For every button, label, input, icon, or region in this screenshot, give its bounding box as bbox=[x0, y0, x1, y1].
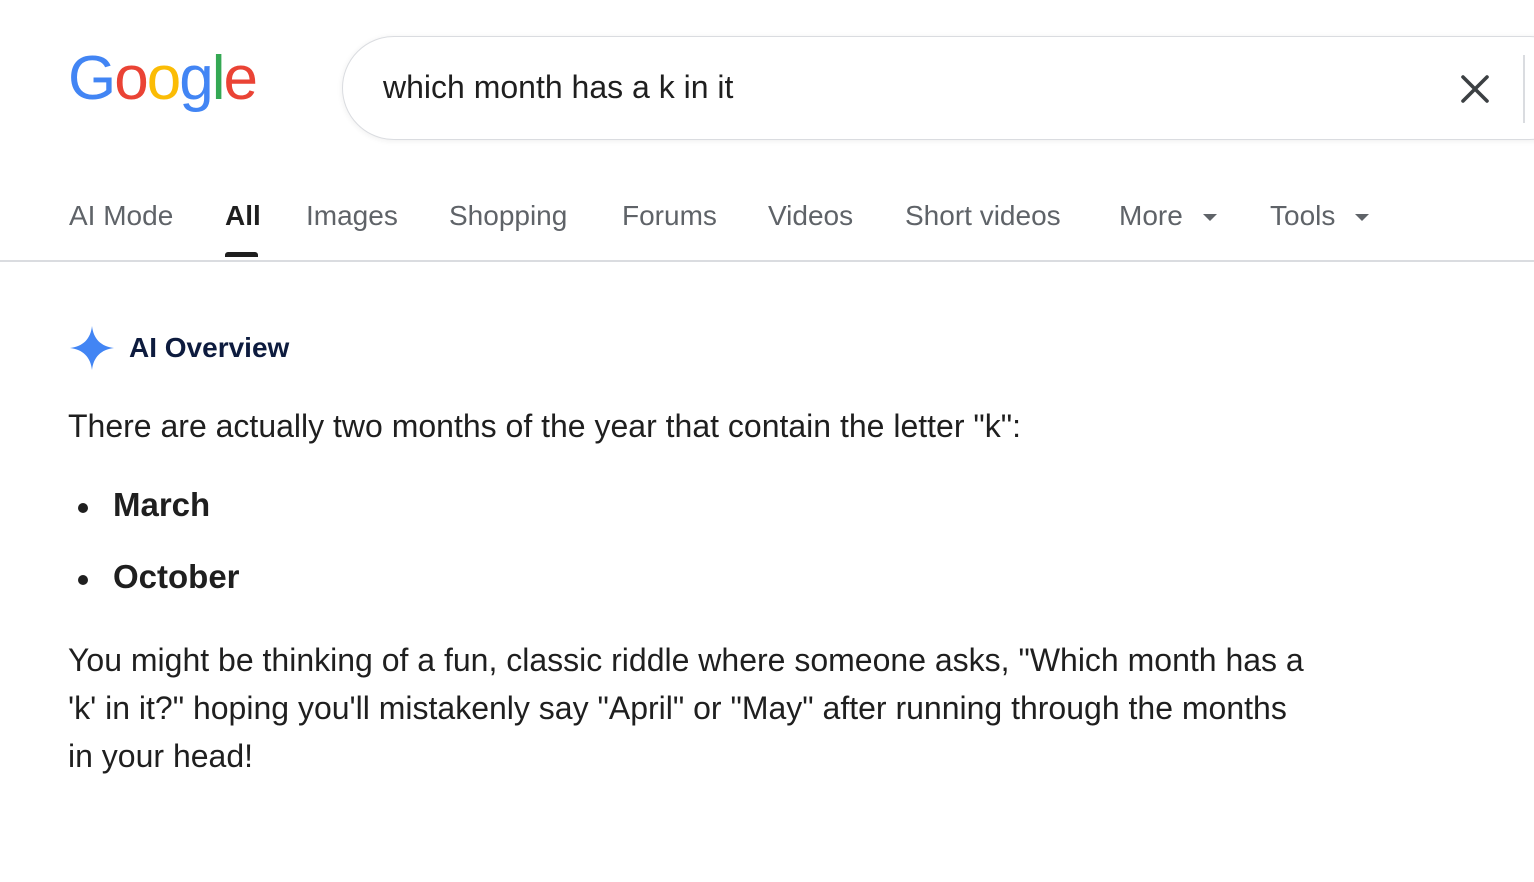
ai-overview-paragraph: You might be thinking of a fun, classic … bbox=[68, 636, 1368, 780]
logo-letter: o bbox=[114, 44, 149, 113]
tab-label: Shopping bbox=[449, 200, 568, 231]
paragraph-line: 'k' in it?" hoping you'll mistakenly say… bbox=[68, 690, 1287, 726]
tab-label: Short videos bbox=[905, 200, 1061, 231]
list-item-text: March bbox=[113, 486, 211, 523]
ai-overview-list: March October bbox=[68, 486, 240, 630]
logo-letter: l bbox=[211, 44, 226, 113]
paragraph-line: in your head! bbox=[68, 738, 254, 774]
search-divider bbox=[1523, 55, 1525, 123]
tab-label: Tools bbox=[1270, 200, 1336, 231]
logo-letter: g bbox=[179, 44, 214, 113]
tab-forums[interactable]: Forums bbox=[622, 200, 717, 232]
search-results-page: Google which month has a k in it AI Mode… bbox=[0, 0, 1534, 882]
tab-label: AI Mode bbox=[69, 200, 174, 231]
search-tabs: AI Mode All Images Shopping Forums Video… bbox=[0, 196, 1534, 262]
clear-search-button[interactable] bbox=[1455, 69, 1495, 109]
tab-short-videos[interactable]: Short videos bbox=[905, 200, 1061, 232]
logo-letter: G bbox=[68, 44, 116, 113]
sparkle-icon bbox=[70, 326, 114, 370]
active-tab-indicator bbox=[225, 252, 258, 257]
tab-shopping[interactable]: Shopping bbox=[449, 200, 567, 232]
logo-letter: e bbox=[223, 44, 258, 113]
tab-label: Images bbox=[306, 200, 398, 231]
caret-down-icon bbox=[1202, 213, 1217, 221]
list-item: October bbox=[68, 558, 240, 630]
tabs-divider bbox=[0, 260, 1534, 262]
search-box[interactable]: which month has a k in it bbox=[342, 36, 1534, 140]
ai-overview-intro: There are actually two months of the yea… bbox=[68, 408, 1021, 444]
tab-videos[interactable]: Videos bbox=[768, 200, 853, 232]
bullet-dot bbox=[78, 503, 88, 513]
tab-ai-mode[interactable]: AI Mode bbox=[69, 200, 173, 232]
ai-overview-title: AI Overview bbox=[129, 332, 290, 363]
tab-all[interactable]: All bbox=[225, 200, 261, 232]
close-icon bbox=[1461, 75, 1489, 103]
bullet-dot bbox=[78, 575, 88, 585]
paragraph-line: You might be thinking of a fun, classic … bbox=[68, 642, 1304, 678]
tab-tools[interactable]: Tools bbox=[1270, 200, 1370, 232]
list-item-text: October bbox=[113, 558, 240, 595]
tab-label: Forums bbox=[622, 200, 717, 231]
tab-more[interactable]: More bbox=[1119, 200, 1217, 232]
google-logo[interactable]: Google bbox=[68, 44, 258, 113]
tab-label: Videos bbox=[768, 200, 854, 231]
list-item: March bbox=[68, 486, 240, 558]
tab-label: All bbox=[225, 200, 261, 231]
tab-images[interactable]: Images bbox=[306, 200, 398, 232]
caret-down-icon bbox=[1355, 213, 1370, 221]
search-input[interactable]: which month has a k in it bbox=[383, 69, 733, 106]
tab-label: More bbox=[1119, 200, 1183, 231]
logo-letter: o bbox=[146, 44, 182, 113]
